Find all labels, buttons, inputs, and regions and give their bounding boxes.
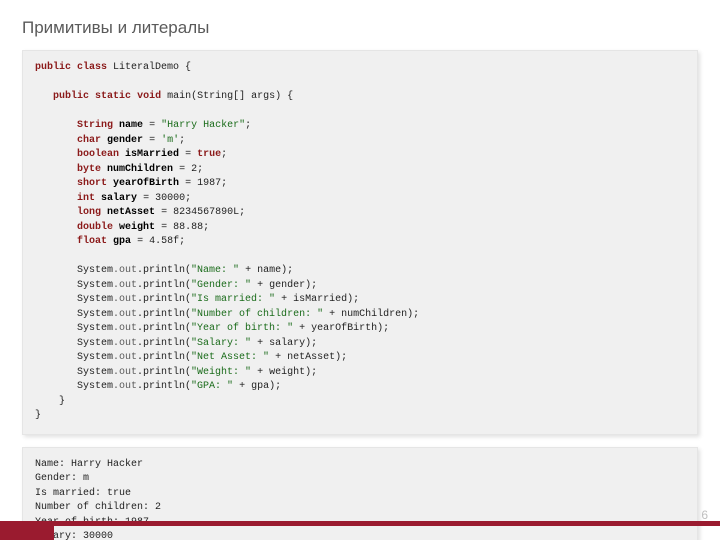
code-block: public class LiteralDemo { public static… xyxy=(22,50,698,435)
slide: Примитивы и литералы public class Litera… xyxy=(0,0,720,540)
page-number: 6 xyxy=(701,508,708,522)
slide-title: Примитивы и литералы xyxy=(22,18,698,38)
footer xyxy=(0,522,720,540)
footer-stripe xyxy=(0,526,54,540)
footer-bar xyxy=(0,521,720,526)
